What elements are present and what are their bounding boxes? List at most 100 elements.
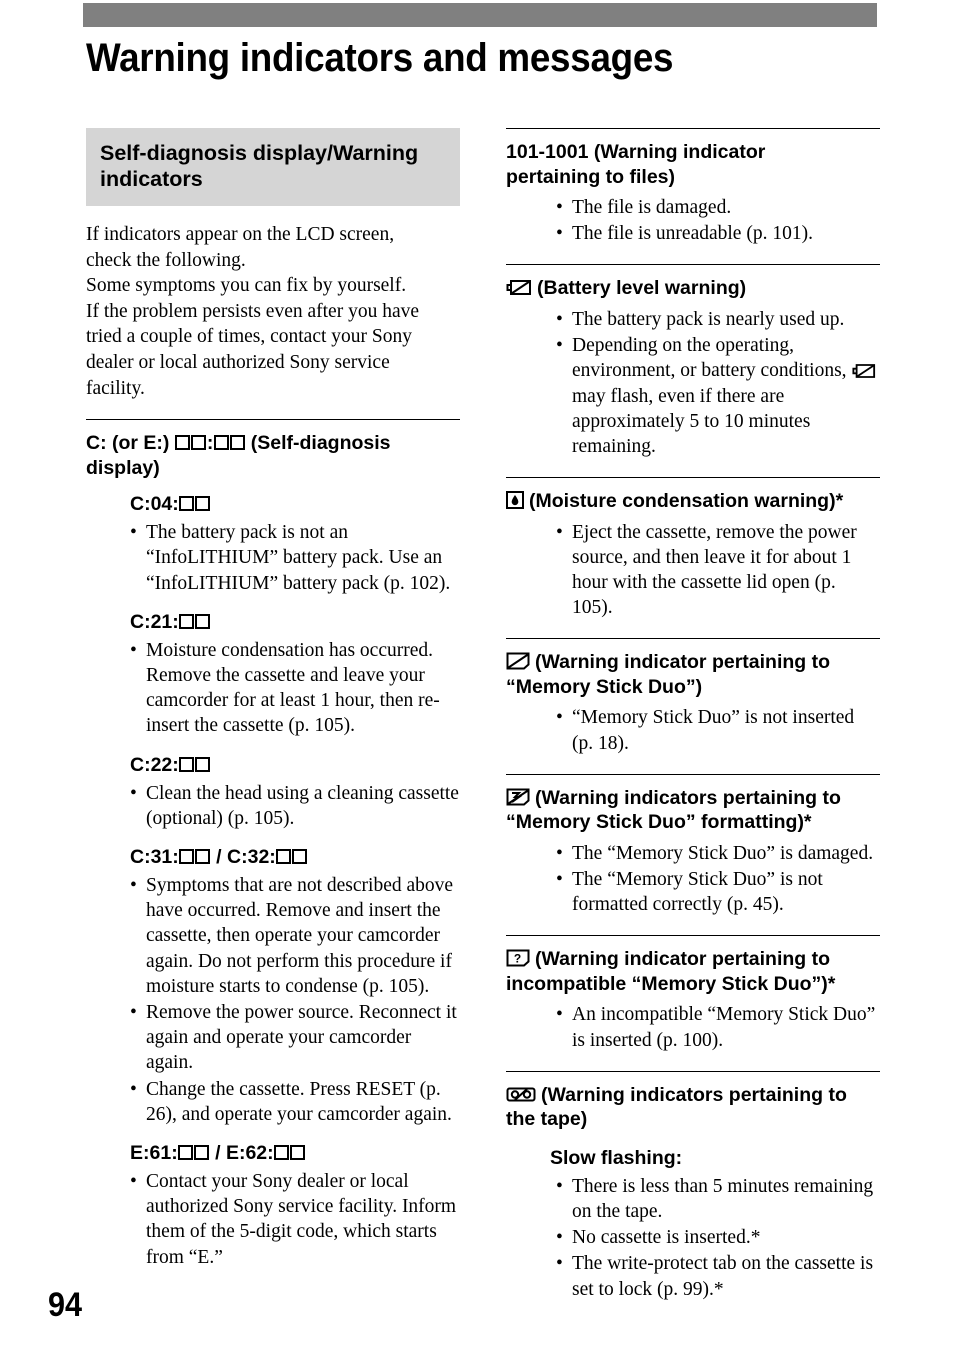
code-label-2: / E:62:: [209, 1142, 274, 1165]
section-header-line-2: indicators: [100, 167, 203, 191]
placeholder-square-icon: [179, 496, 195, 512]
list-item: The battery pack is nearly used up.: [556, 307, 880, 332]
intro-paragraph: If indicators appear on the LCD screen, …: [86, 222, 460, 401]
divider: [506, 935, 880, 937]
bullet-list-memory-stick: “Memory Stick Duo” is not inserted (p. 1…: [506, 705, 880, 755]
heading-line-2: “Memory Stick Duo”): [506, 675, 703, 698]
heading-line-1: C: (or E:) : (Self-diagnosis: [86, 432, 391, 455]
placeholder-square-icon: [213, 435, 229, 451]
heading-line-1: (Moisture condensation warning)*: [506, 489, 880, 514]
list-item: The write-protect tab on the cassette is…: [556, 1251, 880, 1301]
list-item: Moisture condensation has occurred. Remo…: [130, 638, 460, 739]
bullet-list-memory-stick-incompatible: An incompatible “Memory Stick Duo” is in…: [506, 1002, 880, 1052]
divider: [506, 1070, 880, 1072]
list-item: Symptoms that are not described above ha…: [130, 873, 460, 999]
sub-heading-slow-flashing: Slow flashing:: [550, 1146, 683, 1169]
intro-line-3: Some symptoms you can fix by yourself.: [86, 275, 407, 297]
list-item: The “Memory Stick Duo” is not formatted …: [556, 867, 880, 917]
placeholder-square-icon: [175, 435, 191, 451]
intro-line-7: facility.: [86, 377, 145, 399]
memory-stick-question-icon: ?: [506, 949, 530, 967]
list-item: The file is unreadable (p. 101).: [556, 221, 880, 246]
heading-memory-stick-format-warning: (Warning indicators pertaining to “Memor…: [506, 786, 880, 835]
bullet-list-c21: Moisture condensation has occurred. Remo…: [86, 638, 460, 739]
code-heading-c22: C:22:: [86, 753, 460, 777]
code-label: C:31:: [130, 845, 179, 868]
placeholder-square-icon: [195, 848, 211, 864]
bullet-list-moisture: Eject the cassette, remove the power sou…: [506, 520, 880, 621]
bullet-text-after: may flash, even if there are approximate…: [572, 385, 811, 457]
memory-stick-slash-icon: [506, 652, 530, 670]
divider: [506, 773, 880, 775]
bullet-list-c04: The battery pack is not an “InfoLITHIUM”…: [86, 520, 460, 596]
list-item: Depending on the operating, environment,…: [556, 333, 880, 459]
svg-text:?: ?: [514, 952, 521, 966]
heading-battery-warning: (Battery level warning): [506, 276, 880, 301]
placeholder-square-icon: [195, 613, 211, 629]
list-item: There is less than 5 minutes remaining o…: [556, 1174, 880, 1224]
bullet-list-files: The file is damaged. The file is unreada…: [506, 195, 880, 247]
heading-line-2: the tape): [506, 1108, 588, 1131]
code-heading-e61-e62: E:61: / E:62:: [86, 1141, 460, 1165]
intro-line-5: tried a couple of times, contact your So…: [86, 326, 412, 348]
heading-line-1: (Battery level warning): [506, 276, 880, 301]
page-number: 94: [48, 1286, 83, 1324]
list-item: The battery pack is not an “InfoLITHIUM”…: [130, 520, 460, 596]
placeholder-square-icon: [195, 756, 211, 772]
list-item: Eject the cassette, remove the power sou…: [556, 520, 880, 621]
code-label: C:22:: [130, 753, 179, 776]
heading-files-warning: 101-1001 (Warning indicator pertaining t…: [506, 140, 880, 189]
battery-slash-icon: [506, 279, 532, 296]
section-header-self-diagnosis: Self-diagnosis display/Warning indicator…: [86, 128, 460, 206]
heading-moisture-warning: (Moisture condensation warning)*: [506, 489, 880, 514]
divider: [506, 264, 880, 266]
heading-line-1: 101-1001 (Warning indicator: [506, 141, 766, 163]
header-band: [83, 3, 877, 27]
code-label: E:61:: [130, 1142, 178, 1165]
placeholder-square-icon: [179, 848, 195, 864]
section-header-line-1: Self-diagnosis display/Warning: [100, 141, 419, 165]
intro-line-4: If the problem persists even after you h…: [86, 300, 420, 322]
heading-line-1: (Warning indicators pertaining to: [506, 1083, 880, 1108]
code-label: C:04:: [130, 493, 179, 516]
list-item: An incompatible “Memory Stick Duo” is in…: [556, 1002, 880, 1052]
intro-line-1: If indicators appear on the LCD screen,: [86, 224, 395, 245]
heading-text: (Warning indicator pertaining to: [535, 651, 831, 674]
bullet-text-before: Depending on the operating, environment,…: [572, 335, 847, 382]
placeholder-square-icon: [179, 613, 195, 629]
placeholder-square-icon: [191, 435, 207, 451]
code-label: C:21:: [130, 610, 179, 633]
list-item: Clean the head using a cleaning cassette…: [130, 781, 460, 831]
heading-line-1: (Warning indicators pertaining to: [506, 786, 880, 811]
memory-stick-format-icon: [506, 788, 530, 806]
heading-line-1: ? (Warning indicator pertaining to: [506, 947, 880, 972]
heading-text: (Warning indicator pertaining to: [535, 948, 831, 971]
bullet-list-tape: There is less than 5 minutes remaining o…: [506, 1174, 880, 1302]
heading-prefix: C: (or E:): [86, 432, 175, 455]
moisture-droplet-icon: [506, 491, 524, 510]
page-title: Warning indicators and messages: [86, 36, 674, 80]
placeholder-square-icon: [276, 848, 292, 864]
divider: [506, 638, 880, 640]
placeholder-square-icon: [195, 496, 211, 512]
divider: [86, 419, 460, 421]
heading-text: (Warning indicators pertaining to: [535, 786, 841, 809]
list-item: Remove the power source. Reconnect it ag…: [130, 1000, 460, 1076]
divider: [506, 128, 880, 129]
intro-line-6: dealer or local authorized Sony service: [86, 351, 390, 373]
divider: [506, 477, 880, 479]
right-column: 101-1001 (Warning indicator pertaining t…: [506, 128, 880, 1303]
placeholder-square-icon: [179, 756, 195, 772]
list-item: Contact your Sony dealer or local author…: [130, 1169, 460, 1270]
heading-self-diagnosis-display: C: (or E:) : (Self-diagnosis display): [86, 431, 460, 480]
left-column: Self-diagnosis display/Warning indicator…: [86, 128, 460, 1271]
battery-slash-icon: [852, 363, 876, 379]
bullet-list-battery: The battery pack is nearly used up. Depe…: [506, 307, 880, 459]
bullet-list-c31-c32: Symptoms that are not described above ha…: [86, 873, 460, 1127]
bullet-list-memory-stick-format: The “Memory Stick Duo” is damaged. The “…: [506, 841, 880, 918]
heading-text: (Battery level warning): [537, 277, 747, 300]
heading-suffix: (Self-diagnosis: [245, 432, 391, 455]
list-item: No cassette is inserted.*: [556, 1225, 880, 1250]
list-item: “Memory Stick Duo” is not inserted (p. 1…: [556, 705, 880, 755]
heading-memory-stick-warning: (Warning indicator pertaining to “Memory…: [506, 650, 880, 699]
